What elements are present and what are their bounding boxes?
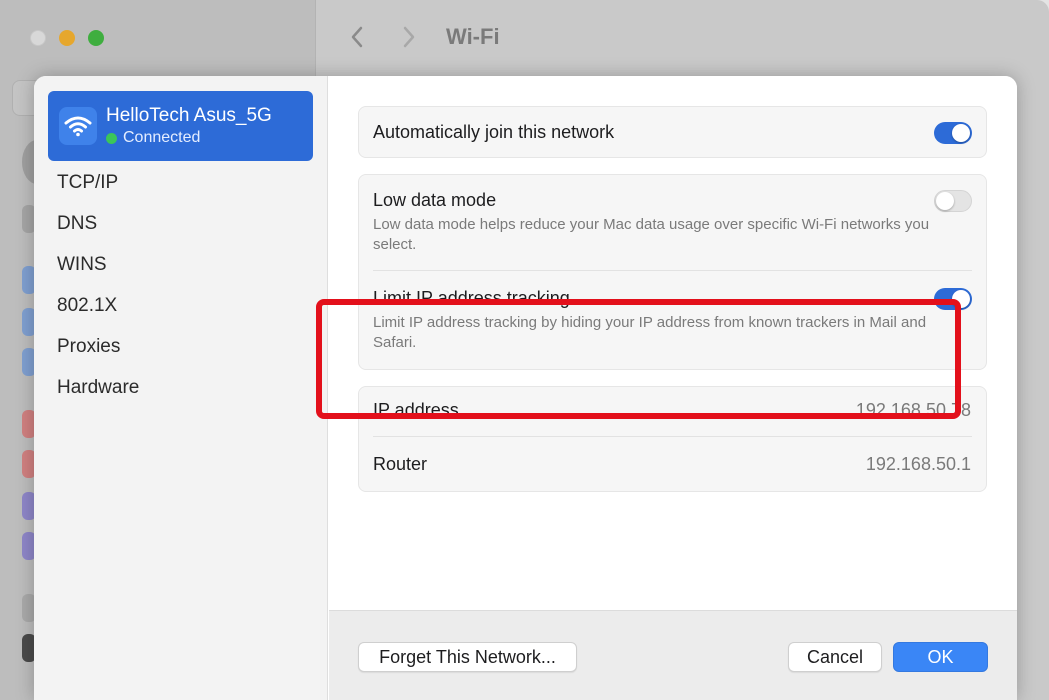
router-value: 192.168.50.1 <box>865 454 971 474</box>
highlight-box <box>316 299 961 419</box>
low-data-toggle[interactable] <box>934 190 972 212</box>
divider <box>373 270 972 271</box>
sidebar-item-dns[interactable]: DNS <box>57 213 97 235</box>
sidebar-item-hardware[interactable]: Hardware <box>57 377 139 399</box>
chevron-left-icon <box>351 26 363 48</box>
sidebar-item-wins[interactable]: WINS <box>57 254 107 276</box>
auto-join-toggle[interactable] <box>934 122 972 144</box>
sidebar-item-tcpip[interactable]: TCP/IP <box>57 172 118 194</box>
auto-join-label: Automatically join this network <box>373 122 615 142</box>
sidebar-item-proxies[interactable]: Proxies <box>57 336 120 358</box>
forward-button[interactable] <box>400 22 418 58</box>
window-title: Wi-Fi <box>446 24 500 49</box>
details-sidebar: HelloTech Asus_5G Connected TCP/IP DNS W… <box>34 76 328 700</box>
divider <box>373 436 972 437</box>
network-status: Connected <box>106 129 200 147</box>
auto-join-group: Automatically join this network <box>358 106 987 158</box>
low-data-label: Low data mode <box>373 190 497 210</box>
back-button[interactable] <box>348 22 366 58</box>
wifi-icon <box>59 107 97 145</box>
status-dot-icon <box>106 132 117 144</box>
zoom-window-button[interactable] <box>88 30 104 46</box>
router-label: Router <box>373 454 428 474</box>
forget-network-button[interactable]: Forget This Network... <box>358 642 577 672</box>
network-status-label: Connected <box>123 129 201 146</box>
network-card[interactable]: HelloTech Asus_5G Connected <box>48 91 313 161</box>
network-name: HelloTech Asus_5G <box>106 105 272 126</box>
cancel-button[interactable]: Cancel <box>788 642 882 672</box>
low-data-description: Low data mode helps reduce your Mac data… <box>373 216 930 253</box>
ok-button[interactable]: OK <box>893 642 988 672</box>
sheet-footer: Forget This Network... Cancel OK <box>329 610 1017 700</box>
close-window-button[interactable] <box>30 30 46 46</box>
sidebar-item-8021x[interactable]: 802.1X <box>57 295 117 317</box>
minimize-window-button[interactable] <box>59 30 75 46</box>
chevron-right-icon <box>403 26 415 48</box>
